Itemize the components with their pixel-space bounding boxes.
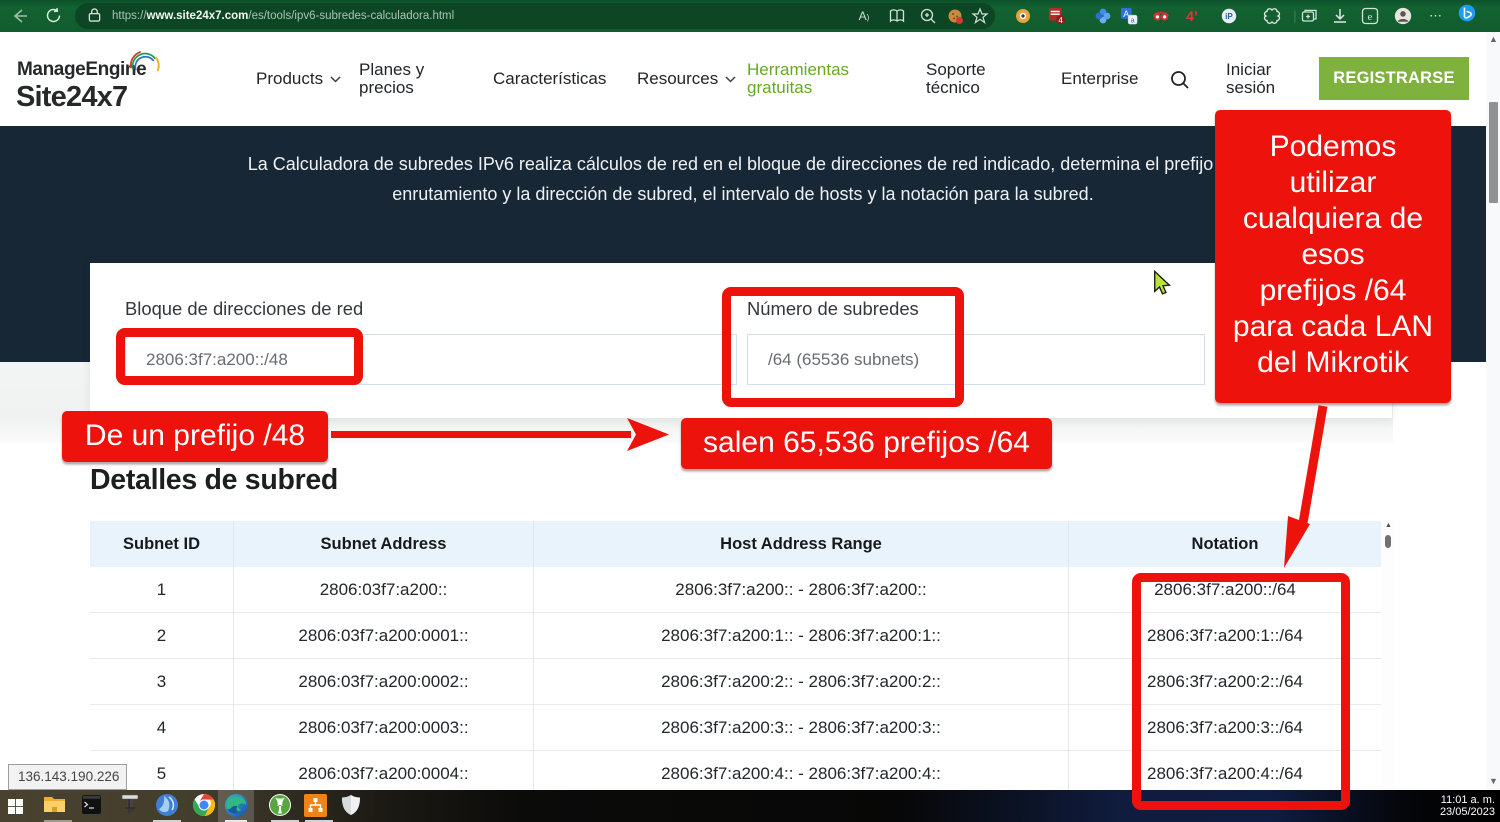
svg-text:a: a <box>1131 15 1135 24</box>
svg-text:iP: iP <box>1225 12 1233 21</box>
svg-text:4: 4 <box>1058 16 1063 25</box>
svg-text:e: e <box>1368 11 1373 23</box>
